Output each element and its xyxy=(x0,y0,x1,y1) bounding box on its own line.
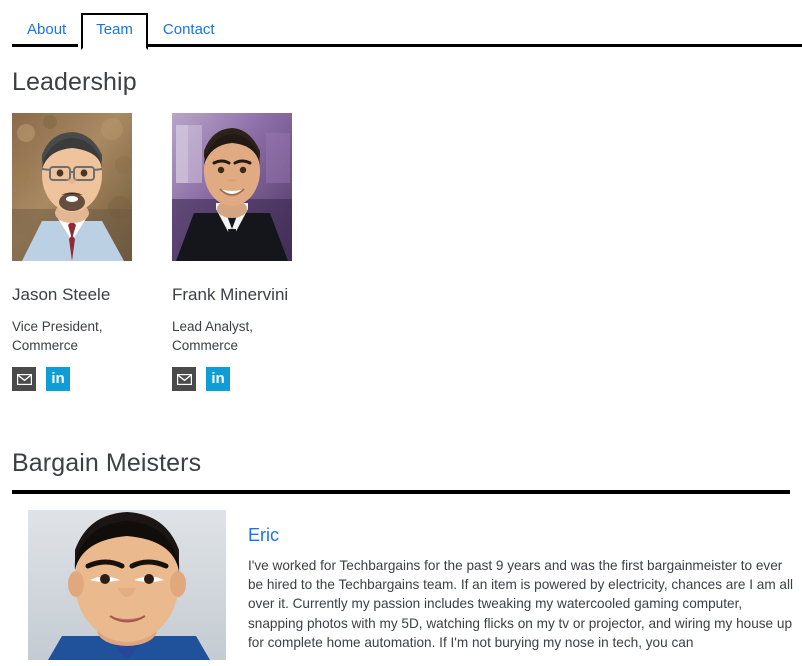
meister-card: Eric I've worked for Techbargains for th… xyxy=(28,510,802,666)
meister-bio: I've worked for Techbargains for the pas… xyxy=(248,558,794,650)
meister-body: Eric I've worked for Techbargains for th… xyxy=(248,510,801,666)
tab-bar: About Team Contact xyxy=(0,0,802,50)
leader-card: Frank Minervini Lead Analyst, Commerce i… xyxy=(172,113,332,391)
leader-photo xyxy=(12,113,132,261)
leader-social-links: in xyxy=(12,367,172,391)
meister-photo xyxy=(28,510,226,660)
meister-name-link[interactable]: Eric xyxy=(248,524,801,546)
bargain-meisters-rule xyxy=(12,490,790,494)
leader-role: Lead Analyst, Commerce xyxy=(172,319,254,353)
tab-team[interactable]: Team xyxy=(81,13,148,50)
tab-list: About Team Contact xyxy=(12,8,230,50)
mail-icon[interactable] xyxy=(172,367,196,391)
mail-icon[interactable] xyxy=(12,367,36,391)
linkedin-icon[interactable]: in xyxy=(46,367,70,391)
leadership-grid: Jason Steele Vice President, Commerce in xyxy=(12,113,802,391)
tab-about[interactable]: About xyxy=(12,12,81,48)
leader-social-links: in xyxy=(172,367,332,391)
linkedin-icon[interactable]: in xyxy=(206,367,230,391)
leadership-heading: Leadership xyxy=(12,68,137,96)
leader-photo xyxy=(172,113,292,261)
bargain-meisters-heading: Bargain Meisters xyxy=(12,449,202,477)
tab-contact[interactable]: Contact xyxy=(148,12,230,48)
leader-name: Frank Minervini xyxy=(172,285,289,304)
tab-bar-rule-right xyxy=(133,44,802,47)
leader-name: Jason Steele xyxy=(12,285,111,304)
leader-role: Vice President, Commerce xyxy=(12,319,103,353)
leader-card: Jason Steele Vice President, Commerce in xyxy=(12,113,172,391)
